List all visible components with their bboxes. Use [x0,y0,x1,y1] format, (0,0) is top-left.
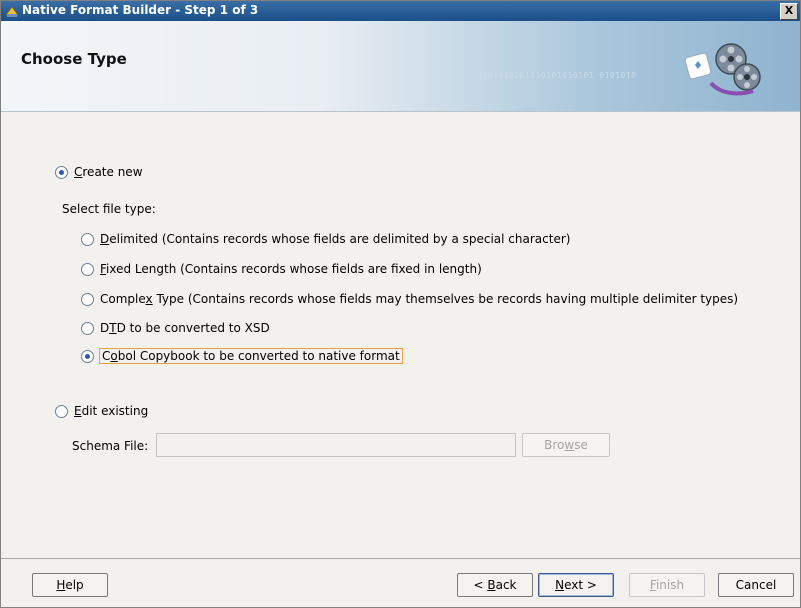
edit-existing-label: Edit existing [74,404,149,418]
wizard-content [1,112,800,559]
file-type-fixed-length-radio[interactable] [81,262,94,276]
file-type-fixed-length-option[interactable]: Fixed Length (Contains records whose fie… [81,262,482,276]
page-title: Choose Type [21,50,127,68]
decorative-binary-text: 0101010101010101010101 0101010 [477,71,637,80]
next-button[interactable]: Next > [538,573,614,597]
app-icon [5,6,19,17]
file-type-dtd-label: DTD to be converted to XSD [100,321,270,335]
cancel-button[interactable]: Cancel [718,573,794,597]
file-type-complex-radio[interactable] [81,292,94,306]
finish-button[interactable]: Finish [629,573,705,597]
title-bar: Native Format Builder - Step 1 of 3 X [1,1,800,21]
edit-existing-radio[interactable] [55,404,68,418]
schema-file-input[interactable] [156,433,516,457]
file-type-delimited-option[interactable]: Delimited (Contains records whose fields… [81,232,570,246]
wizard-header: Choose Type 0101010101010101010101 01010… [1,21,800,112]
film-reel-logo-icon [684,43,761,96]
file-type-dtd-option[interactable]: DTD to be converted to XSD [81,321,270,335]
create-new-radio[interactable] [55,165,68,179]
window-title: Native Format Builder - Step 1 of 3 [22,3,259,17]
file-type-delimited-label: Delimited (Contains records whose fields… [100,232,571,246]
file-type-delimited-radio[interactable] [81,232,94,246]
file-type-dtd-radio[interactable] [81,321,94,335]
schema-file-label: Schema File: [72,439,149,453]
browse-button[interactable]: Browse [522,433,610,457]
edit-existing-option[interactable]: Edit existing [55,404,148,418]
close-button[interactable]: X [780,3,798,20]
file-type-cobol-label: Cobol Copybook to be converted to native… [99,348,403,364]
create-new-label: Create new [74,165,143,179]
file-type-fixed-length-label: Fixed Length (Contains records whose fie… [100,262,482,276]
file-type-complex-option[interactable]: Complex Type (Contains records whose fie… [81,292,738,306]
close-icon: X [784,4,794,17]
create-new-option[interactable]: Create new [55,165,143,179]
file-type-complex-label: Complex Type (Contains records whose fie… [100,292,739,306]
dialog-window: Native Format Builder - Step 1 of 3 X Ch… [0,0,801,608]
help-button[interactable]: Help [32,573,108,597]
select-file-type-label: Select file type: [62,202,156,216]
file-type-cobol-radio[interactable] [81,349,94,363]
back-button[interactable]: < Back [457,573,533,597]
file-type-cobol-option[interactable]: Cobol Copybook to be converted to native… [81,348,403,364]
